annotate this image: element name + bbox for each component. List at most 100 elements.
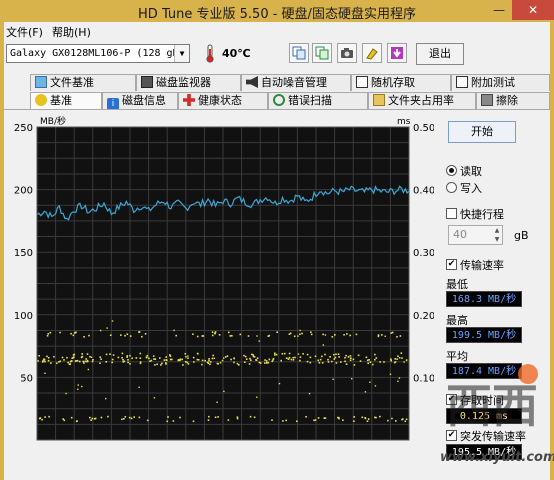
transfer-rate-checkbox[interactable]: ✔ <box>446 259 457 270</box>
access-time-point <box>124 334 126 337</box>
access-time-point <box>288 356 291 359</box>
min-label: 最低 <box>446 278 468 291</box>
tab-disk-info[interactable]: i 磁盘信息 <box>102 92 178 110</box>
chevron-down-icon[interactable]: ▼ <box>174 45 189 62</box>
access-time-point <box>274 354 276 356</box>
access-time-point <box>126 333 129 335</box>
tab-random-access[interactable]: 随机存取 <box>351 74 451 91</box>
access-time-point <box>264 362 266 364</box>
copy-info-button[interactable] <box>289 43 309 63</box>
exit-button[interactable]: 退出 <box>416 43 464 65</box>
access-time-point <box>337 353 340 355</box>
access-time-point <box>83 336 85 338</box>
menu-file[interactable]: 文件(F) <box>6 24 43 40</box>
watermark-logo: 西西 <box>446 364 538 433</box>
options-button[interactable] <box>362 43 382 63</box>
write-radio[interactable] <box>446 182 457 193</box>
access-time-point <box>204 359 206 362</box>
access-time-point <box>105 397 107 400</box>
access-time-point <box>192 356 195 359</box>
start-button[interactable]: 开始 <box>448 121 516 143</box>
tab-erase[interactable]: 擦除 <box>476 92 550 109</box>
close-button[interactable]: ✕ <box>512 0 554 20</box>
folder-icon <box>373 94 385 106</box>
copy-screen-button[interactable] <box>312 43 332 63</box>
tab-benchmark[interactable]: 基准 <box>30 92 102 109</box>
access-time-point <box>167 416 169 418</box>
access-time-point <box>305 416 307 418</box>
access-time-point <box>70 332 72 335</box>
access-time-point <box>368 359 370 361</box>
menu-help[interactable]: 帮助(H) <box>52 24 91 40</box>
access-time-point <box>75 331 77 334</box>
y-left-tick-label: 200 <box>14 186 33 197</box>
tab-error-scan[interactable]: 错误扫描 <box>268 92 368 109</box>
access-time-point <box>196 352 199 355</box>
tab-extra-tests[interactable]: 附加测试 <box>451 74 550 91</box>
max-label: 最高 <box>446 314 468 327</box>
access-time-point <box>122 359 124 361</box>
access-time-point <box>141 335 143 338</box>
access-time-point <box>65 392 67 395</box>
tab-file-benchmark[interactable]: 文件基准 <box>30 74 136 91</box>
access-time-point <box>349 355 352 357</box>
access-time-point <box>94 417 97 420</box>
short-stroke-stepper[interactable]: 40 ▲ ▼ <box>448 225 503 245</box>
access-time-point <box>211 334 214 337</box>
access-time-point <box>367 418 370 420</box>
access-time-point <box>389 373 392 375</box>
access-time-point <box>345 363 348 365</box>
title-bar[interactable]: HD Tune 专业版 5.50 - 硬盘/固态硬盘实用程序 — ✕ <box>0 0 554 22</box>
access-time-point <box>334 356 337 359</box>
access-time-point <box>84 360 86 363</box>
magnifier-icon <box>273 94 285 106</box>
access-time-point <box>38 355 40 357</box>
access-time-point <box>150 359 153 362</box>
access-time-point <box>343 334 345 336</box>
y-left-tick-label: 250 <box>14 123 33 134</box>
access-time-point <box>284 352 286 355</box>
access-time-point <box>271 419 273 421</box>
access-time-point <box>324 353 326 356</box>
drive-select[interactable]: Galaxy GX0128ML106-P (128 gB) ▼ <box>6 44 190 63</box>
access-time-point <box>161 362 163 365</box>
read-radio[interactable] <box>446 165 457 176</box>
access-time-point <box>107 415 109 418</box>
access-time-point <box>405 359 408 361</box>
tab-noise-management[interactable]: 自动噪音管理 <box>241 74 351 91</box>
y-right-tick-label: 0.20 <box>413 311 434 322</box>
access-time-point <box>317 417 320 419</box>
access-time-point <box>181 358 183 361</box>
save-button[interactable] <box>387 43 407 63</box>
access-time-point <box>299 333 301 335</box>
access-time-point <box>396 336 398 338</box>
access-time-point <box>121 418 123 421</box>
drive-select-value: Galaxy GX0128ML106-P (128 gB) <box>10 48 185 59</box>
access-time-point <box>387 419 389 422</box>
access-time-point <box>90 356 93 358</box>
access-time-point <box>374 385 377 387</box>
access-time-point <box>332 378 334 380</box>
access-time-point <box>306 353 309 356</box>
access-time-point <box>44 372 46 374</box>
screenshot-button[interactable] <box>337 43 357 63</box>
access-time-point <box>70 416 73 419</box>
copy-screen-icon <box>315 46 329 60</box>
access-time-point <box>274 352 276 355</box>
access-time-point <box>265 360 268 362</box>
short-stroke-checkbox[interactable] <box>446 208 457 219</box>
tab-health[interactable]: 健康状态 <box>178 92 268 109</box>
access-time-point <box>275 353 278 356</box>
minimize-button[interactable]: — <box>486 0 512 20</box>
tab-disk-monitor[interactable]: 磁盘监视器 <box>136 74 241 91</box>
y-right-unit: ms <box>397 117 411 127</box>
access-time-point <box>314 355 317 358</box>
access-time-point <box>85 358 87 360</box>
tab-folder-usage[interactable]: 文件夹占用率 <box>368 92 476 109</box>
stepper-arrows-icon[interactable]: ▲ ▼ <box>492 226 502 244</box>
access-time-point <box>344 360 346 363</box>
access-time-point <box>187 357 189 359</box>
access-time-point <box>121 357 123 359</box>
access-time-point <box>106 327 108 329</box>
access-time-point <box>335 362 338 364</box>
